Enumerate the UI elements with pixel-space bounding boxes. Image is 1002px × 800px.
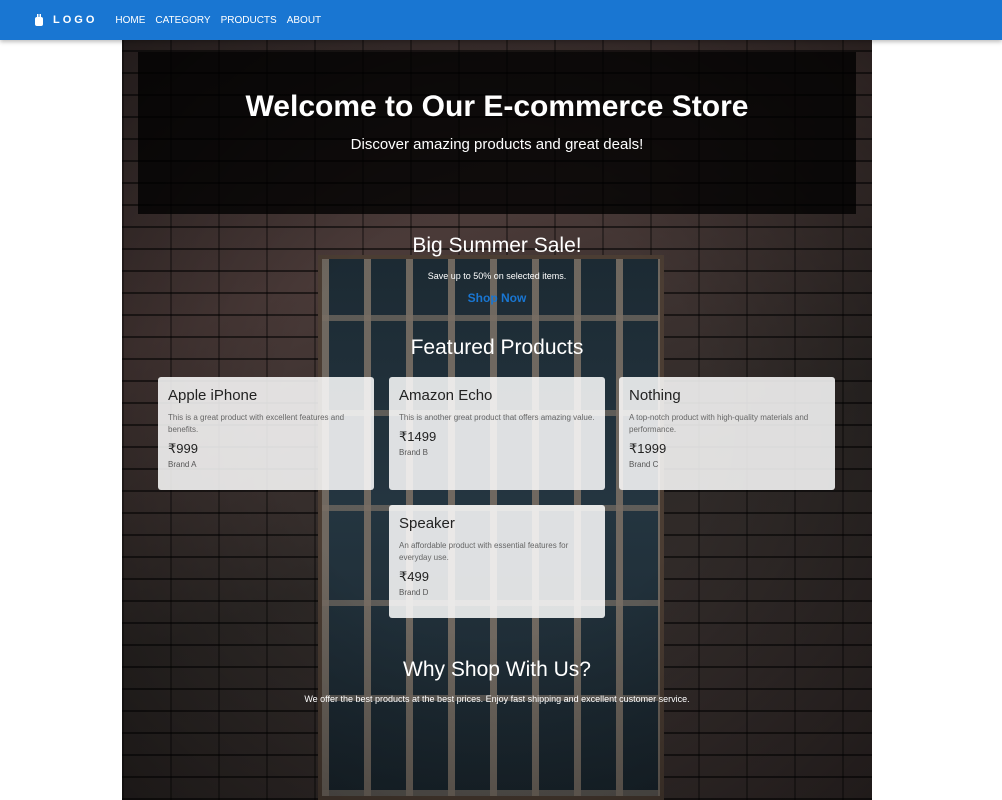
product-name: Speaker	[399, 515, 455, 532]
product-price: ₹1499	[399, 429, 437, 444]
sale-section: Big Summer Sale! Save up to 50% on selec…	[122, 234, 872, 307]
product-name: Amazon Echo	[399, 387, 493, 404]
product-price: ₹999	[168, 441, 198, 456]
product-card-amazon-echo[interactable]: Amazon Echo This is another great produc…	[389, 377, 605, 490]
product-brand: Brand D	[399, 588, 429, 597]
nav-link-products[interactable]: PRODUCTS	[221, 15, 277, 26]
page-title: Welcome to Our E-commerce Store	[245, 90, 749, 123]
nav-link-category[interactable]: CATEGORY	[155, 15, 210, 26]
why-title: Why Shop With Us?	[403, 658, 591, 681]
sale-text: Save up to 50% on selected items.	[427, 271, 567, 281]
page-background: Welcome to Our E-commerce Store Discover…	[122, 40, 872, 800]
sale-title: Big Summer Sale!	[412, 234, 582, 257]
product-card-nothing[interactable]: Nothing A top-notch product with high-qu…	[619, 377, 835, 490]
nav-link-home[interactable]: HOME	[115, 15, 145, 26]
product-brand: Brand B	[399, 448, 428, 457]
why-section: Why Shop With Us? We offer the best prod…	[122, 658, 872, 704]
navbar: LOGO HOME CATEGORY PRODUCTS ABOUT	[0, 0, 1002, 40]
logo[interactable]: LOGO	[34, 14, 97, 26]
nav-link-about[interactable]: ABOUT	[287, 15, 321, 26]
product-price: ₹499	[399, 569, 429, 584]
page-subtitle: Discover amazing products and great deal…	[350, 136, 644, 153]
product-description: An affordable product with essential fea…	[399, 541, 569, 562]
logo-icon	[35, 14, 43, 26]
product-card-apple-iphone[interactable]: Apple iPhone This is a great product wit…	[158, 377, 374, 490]
product-brand: Brand C	[629, 460, 659, 469]
nav-links: HOME CATEGORY PRODUCTS ABOUT	[115, 15, 331, 26]
product-description: This is another great product that offer…	[399, 413, 595, 422]
featured-title: Featured Products	[410, 336, 584, 359]
product-card-speaker[interactable]: Speaker An affordable product with essen…	[389, 505, 605, 618]
product-name: Apple iPhone	[168, 387, 258, 404]
product-brand: Brand A	[168, 460, 197, 469]
product-name: Nothing	[629, 387, 681, 404]
shop-now-link[interactable]: Shop Now	[468, 291, 527, 305]
why-text: We offer the best products at the best p…	[304, 694, 690, 704]
product-description: A top-notch product with high-quality ma…	[629, 413, 809, 434]
welcome-header: Welcome to Our E-commerce Store Discover…	[138, 52, 856, 214]
product-description: This is a great product with excellent f…	[168, 413, 345, 434]
logo-text: LOGO	[53, 14, 98, 26]
product-price: ₹1999	[629, 441, 667, 456]
